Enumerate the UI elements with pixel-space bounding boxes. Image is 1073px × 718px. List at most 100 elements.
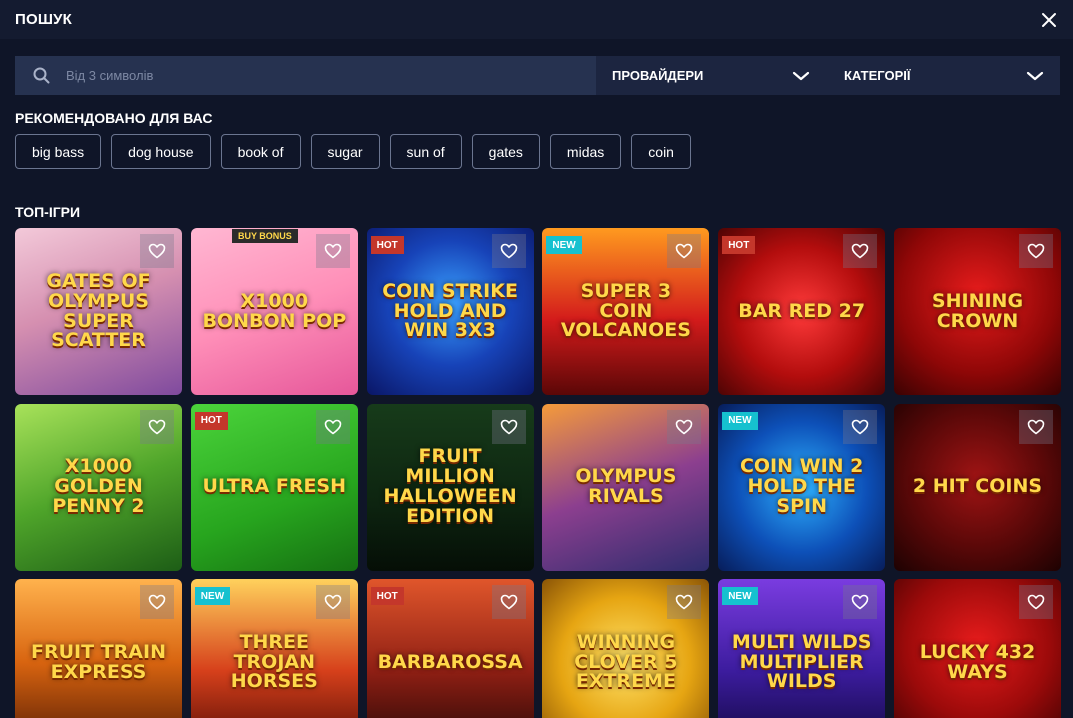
- hot-badge: HOT: [194, 411, 228, 430]
- hot-badge: HOT: [370, 236, 404, 254]
- game-card[interactable]: Fruit Million Halloween edition: [366, 403, 534, 571]
- buy-bonus-badge: BUY BONUS: [231, 229, 298, 243]
- new-badge: NEW: [722, 587, 758, 605]
- favorite-button[interactable]: [491, 234, 526, 268]
- game-card[interactable]: Shining Crown: [893, 228, 1061, 395]
- favorite-button[interactable]: [491, 409, 526, 444]
- game-card[interactable]: Three Trojan Horses NEW: [190, 579, 358, 718]
- suggestion-tag[interactable]: midas: [549, 134, 622, 169]
- heart-icon: [676, 243, 693, 259]
- search-header: ПОШУК: [0, 0, 1073, 39]
- game-title: Coin Win 2 Hold the Spin: [739, 455, 864, 517]
- suggestion-tag[interactable]: coin: [631, 134, 691, 169]
- game-title: Multi Wilds Multiplier Wilds: [731, 630, 872, 693]
- heart-icon: [851, 419, 869, 434]
- heart-icon: [500, 243, 517, 259]
- game-card[interactable]: 2 Hit Coins: [893, 403, 1061, 571]
- search-bar: ПРОВАЙДЕРИ КАТЕГОРІЇ: [15, 56, 1060, 95]
- favorite-button[interactable]: [140, 409, 174, 444]
- suggestion-tag[interactable]: dog house: [111, 134, 211, 169]
- game-card[interactable]: Bar Red 27 HOT: [718, 228, 886, 395]
- categories-dropdown[interactable]: КАТЕГОРІЇ: [828, 56, 1060, 95]
- heart-icon: [500, 594, 517, 610]
- heart-icon: [676, 594, 693, 610]
- favorite-button[interactable]: [140, 234, 174, 268]
- providers-dropdown[interactable]: ПРОВАЙДЕРИ: [596, 56, 828, 95]
- favorite-button[interactable]: [667, 409, 702, 444]
- recommended-tags: big bass dog house book of sugar sun of gates…: [15, 134, 691, 169]
- game-card[interactable]: Multi Wilds Multiplier Wilds NEW: [718, 579, 886, 718]
- heart-icon: [148, 594, 166, 610]
- new-badge: NEW: [546, 236, 582, 254]
- game-card[interactable]: Ultra Fresh HOT: [190, 403, 358, 571]
- game-card[interactable]: Olympus Rivals: [542, 403, 710, 571]
- chevron-down-icon: [1026, 71, 1044, 80]
- heart-icon: [1027, 594, 1045, 610]
- game-title: x1000 Golden Penny 2: [52, 455, 145, 517]
- providers-label: ПРОВАЙДЕРИ: [612, 68, 704, 83]
- search-input[interactable]: [66, 68, 526, 83]
- hot-badge: HOT: [722, 236, 756, 254]
- favorite-button[interactable]: [1018, 585, 1053, 619]
- suggestion-tag[interactable]: book of: [220, 134, 301, 169]
- close-icon[interactable]: [1040, 11, 1058, 29]
- game-card[interactable]: Coin Win 2 Hold the Spin NEW: [718, 403, 886, 571]
- game-card[interactable]: Coin Strike Hold and Win 3x3 HOT: [366, 228, 534, 395]
- heart-icon: [851, 594, 869, 610]
- game-title: Super 3 Coin Volcanoes: [560, 279, 691, 342]
- game-card[interactable]: x1000 Bonbon Pop BUY BONUS: [190, 228, 358, 395]
- favorite-button[interactable]: [667, 585, 702, 619]
- favorite-button[interactable]: [1018, 409, 1053, 444]
- game-title: Winning Clover 5 Extreme: [574, 630, 678, 693]
- search-field[interactable]: [15, 56, 596, 95]
- game-card[interactable]: x1000 Golden Penny 2: [15, 403, 182, 571]
- game-title: Gates of Olympus Super Scatter: [46, 269, 151, 352]
- favorite-button[interactable]: [315, 234, 350, 268]
- game-card[interactable]: Fruit Train Express: [15, 579, 182, 718]
- new-badge: NEW: [722, 411, 758, 430]
- heart-icon: [324, 594, 342, 610]
- suggestion-tag[interactable]: sun of: [389, 134, 462, 169]
- heart-icon: [324, 243, 342, 259]
- chevron-down-icon: [792, 71, 810, 80]
- game-title: Shining Crown: [931, 289, 1024, 332]
- heart-icon: [324, 419, 342, 434]
- new-badge: NEW: [194, 587, 231, 605]
- game-title: 2 Hit Coins: [912, 475, 1043, 498]
- favorite-button[interactable]: [843, 585, 878, 619]
- favorite-button[interactable]: [315, 409, 350, 444]
- favorite-button[interactable]: [667, 234, 702, 268]
- search-icon: [33, 67, 50, 84]
- favorite-button[interactable]: [315, 585, 350, 619]
- game-title: Barbarossa: [377, 650, 523, 673]
- recommended-title: РЕКОМЕНДОВАНО ДЛЯ ВАС: [15, 110, 213, 126]
- game-title: Three Trojan Horses: [230, 630, 318, 693]
- heart-icon: [1027, 419, 1045, 434]
- categories-label: КАТЕГОРІЇ: [844, 68, 911, 83]
- heart-icon: [500, 419, 517, 434]
- game-title: Lucky 432 Ways: [919, 640, 1036, 683]
- game-card[interactable]: Winning Clover 5 Extreme: [542, 579, 710, 718]
- favorite-button[interactable]: [140, 585, 174, 619]
- game-title: Ultra Fresh: [202, 475, 347, 498]
- suggestion-tag[interactable]: gates: [471, 134, 540, 169]
- top-games-grid: Gates of Olympus Super Scatter x1000 Bonb…: [15, 228, 1061, 718]
- suggestion-tag[interactable]: big bass: [15, 134, 102, 169]
- game-title: Bar Red 27: [738, 299, 866, 322]
- page-title: ПОШУК: [15, 11, 73, 28]
- game-card[interactable]: Lucky 432 Ways: [893, 579, 1061, 718]
- favorite-button[interactable]: [491, 585, 526, 619]
- game-title: x1000 Bonbon Pop: [202, 289, 347, 332]
- heart-icon: [1027, 243, 1045, 259]
- game-title: Fruit Million Halloween edition: [383, 445, 517, 527]
- favorite-button[interactable]: [843, 409, 878, 444]
- heart-icon: [676, 419, 693, 434]
- game-card[interactable]: Gates of Olympus Super Scatter: [15, 228, 182, 395]
- game-card[interactable]: Super 3 Coin Volcanoes NEW: [542, 228, 710, 395]
- suggestion-tag[interactable]: sugar: [310, 134, 380, 169]
- game-title: Fruit Train Express: [31, 640, 166, 683]
- top-games-title: ТОП-ІГРИ: [15, 204, 81, 220]
- favorite-button[interactable]: [843, 234, 878, 268]
- favorite-button[interactable]: [1018, 234, 1053, 268]
- game-card[interactable]: Barbarossa HOT: [366, 579, 534, 718]
